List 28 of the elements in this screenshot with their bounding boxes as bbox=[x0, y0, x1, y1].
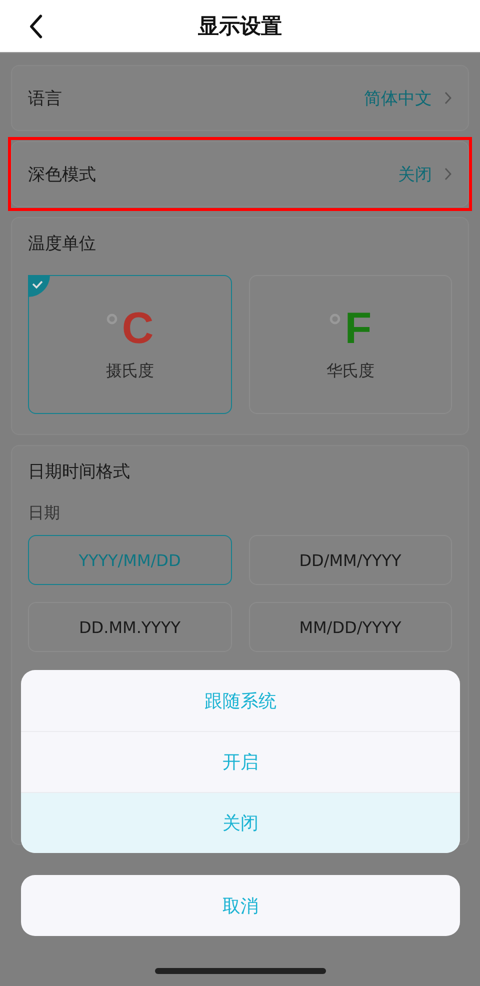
row-label: 语言 bbox=[28, 88, 63, 110]
sheet-option[interactable]: 跟随系统 bbox=[21, 670, 460, 731]
unit-label: 摄氏度 bbox=[106, 361, 154, 382]
degree-icon bbox=[328, 313, 341, 325]
unit-symbol: F bbox=[344, 307, 372, 351]
unit-label: 华氏度 bbox=[326, 361, 374, 382]
settings-row[interactable]: 语言 简体中文 bbox=[11, 65, 469, 131]
back-icon[interactable] bbox=[28, 14, 43, 39]
unit-option[interactable]: C 摄氏度 bbox=[28, 275, 232, 414]
check-icon bbox=[28, 275, 50, 297]
date-format-option[interactable]: DD.MM.YYYY bbox=[28, 602, 232, 652]
unit-symbol: C bbox=[122, 307, 154, 351]
chevron-icon bbox=[444, 167, 452, 181]
degree-icon bbox=[106, 313, 118, 325]
section-subtitle: 日期 bbox=[28, 503, 61, 524]
settings-row[interactable]: 深色模式 关闭 bbox=[11, 141, 469, 207]
section-title: 温度单位 bbox=[28, 233, 97, 255]
unit-option[interactable]: F 华氏度 bbox=[248, 275, 452, 414]
row-value: 关闭 bbox=[398, 164, 432, 186]
page-title: 显示设置 bbox=[198, 13, 282, 40]
section-title: 日期时间格式 bbox=[28, 461, 131, 483]
cancel-button[interactable]: 取消 bbox=[21, 875, 460, 936]
row-value: 简体中文 bbox=[364, 88, 432, 110]
date-format-option[interactable]: MM/DD/YYYY bbox=[248, 602, 452, 652]
date-format-option[interactable]: DD/MM/YYYY bbox=[248, 535, 452, 585]
row-label: 深色模式 bbox=[28, 164, 97, 186]
sheet-option[interactable]: 关闭 bbox=[21, 792, 460, 853]
chevron-icon bbox=[444, 91, 452, 105]
